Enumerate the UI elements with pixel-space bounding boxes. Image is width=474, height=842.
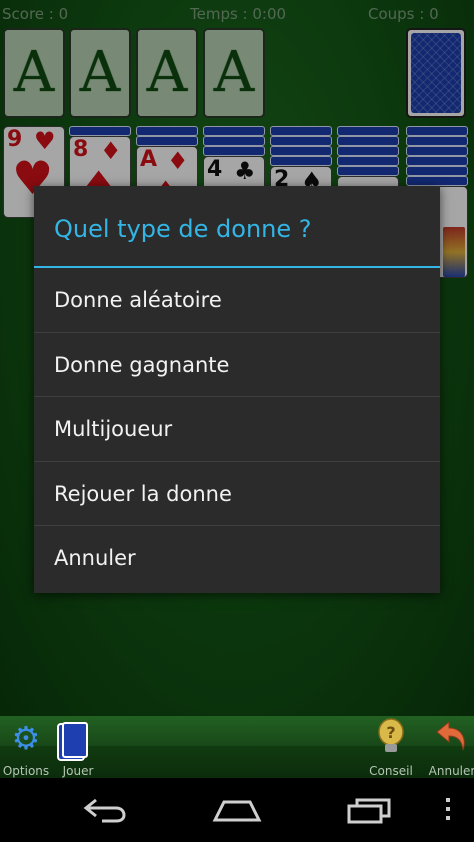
svg-text:?: ?	[386, 723, 395, 742]
option-random-deal[interactable]: Donne aléatoire	[34, 268, 440, 333]
hint-button[interactable]: ? Conseil	[361, 718, 421, 778]
play-label: Jouer	[62, 764, 94, 778]
recent-apps-icon[interactable]	[345, 796, 393, 828]
deal-type-dialog: Quel type de donne ? Donne aléatoire Don…	[34, 186, 440, 593]
hint-label: Conseil	[369, 764, 413, 778]
option-replay-deal[interactable]: Rejouer la donne	[34, 462, 440, 526]
undo-button[interactable]: Annuler	[422, 718, 474, 778]
option-winning-deal[interactable]: Donne gagnante	[34, 333, 440, 397]
system-navigation-bar	[0, 778, 474, 842]
dialog-title: Quel type de donne ?	[34, 186, 440, 268]
home-icon[interactable]	[212, 796, 262, 828]
deck-icon	[48, 718, 108, 758]
play-button[interactable]: Jouer	[48, 718, 108, 778]
lightbulb-icon: ?	[361, 718, 421, 758]
bottom-toolbar: ⚙ Options Jouer ? Conseil Annuler	[0, 716, 474, 778]
undo-arrow-icon	[422, 718, 474, 758]
undo-label: Annuler	[428, 764, 474, 778]
back-icon[interactable]	[82, 796, 128, 828]
overflow-menu-icon[interactable]	[443, 796, 453, 828]
option-multiplayer[interactable]: Multijoueur	[34, 397, 440, 462]
option-cancel[interactable]: Annuler	[34, 526, 440, 591]
